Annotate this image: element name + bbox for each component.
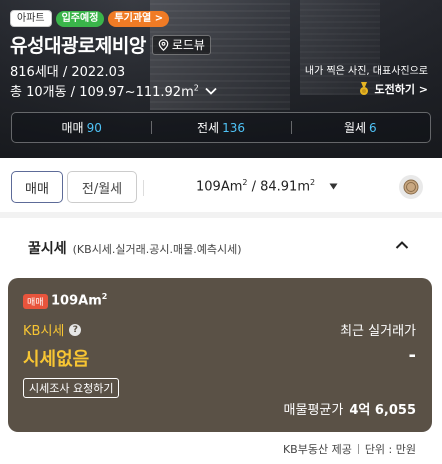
complex-hero: 아파트 입주예정 투기과열 > 유성대광로제비앙 로드뷰 816세대 / 202…: [0, 0, 442, 158]
deal-sale[interactable]: 매매 90: [12, 119, 151, 136]
section-subtitle: (KB시세.실거래.공시.매물.예측시세): [72, 243, 242, 256]
property-type-badge: 아파트: [10, 10, 52, 27]
medal-icon: [360, 82, 369, 95]
section-title: 꿀시세: [28, 241, 67, 257]
buildings-area-text: 총 10개동 / 109.97~111.92m2: [10, 83, 199, 100]
chevron-up-icon[interactable]: [395, 240, 409, 250]
footer-divider: [357, 444, 359, 454]
avg-label: 매물평균가: [283, 403, 344, 418]
recent-deal-value: -: [408, 345, 416, 366]
complex-title: 유성대광로제비앙: [10, 35, 146, 57]
unit-label: 단위 : 만원: [364, 443, 416, 456]
kb-price-value: 시세없음: [23, 349, 90, 370]
price-card: 매매 109Am2 KB시세 ? 최근 실거래가 시세없음 - 시세조사 요청하…: [8, 278, 432, 432]
coin-button[interactable]: [399, 175, 423, 199]
overheat-badge[interactable]: 투기과열 >: [108, 10, 170, 27]
section-gap: [0, 212, 442, 218]
tab-rent[interactable]: 전/월세: [67, 171, 137, 203]
help-icon[interactable]: ?: [69, 323, 82, 336]
photo-note: 내가 찍은 사진, 대표사진으로: [304, 66, 428, 77]
move-in-badge: 입주예정: [55, 10, 105, 27]
recent-deal-label: 최근 실거래가: [340, 324, 416, 339]
roadview-button[interactable]: 로드뷰: [151, 34, 211, 55]
badge-row: 아파트 입주예정 투기과열 >: [10, 10, 170, 27]
price-section-header: 꿀시세 (KB시세.실거래.공시.매물.예측시세): [28, 238, 242, 258]
divider: [143, 180, 144, 196]
coin-icon: [403, 179, 419, 195]
source-label: KB부동산 제공: [282, 443, 352, 456]
location-pin-icon: [158, 38, 169, 51]
card-area: 109Am2: [51, 292, 108, 309]
deal-count-bar: 매매 90 전세 136 월세 6: [11, 112, 431, 143]
chevron-down-icon: [205, 87, 217, 95]
filter-row: 매매 전/월세 109Am2 / 84.91m2: [0, 166, 442, 206]
photo-challenge-button[interactable]: 도전하기 >: [358, 81, 428, 97]
deal-jeonse-count: 136: [222, 121, 245, 135]
units-year: 816세대 / 2022.03: [10, 65, 126, 80]
listing-average: 매물평균가 4억 6,055: [284, 399, 416, 418]
area-select[interactable]: 109Am2 / 84.91m2: [196, 178, 338, 194]
deal-monthly[interactable]: 월세 6: [290, 119, 430, 136]
area-select-value: 109Am2 / 84.91m2: [196, 178, 316, 195]
kb-price-label: KB시세 ?: [23, 320, 82, 339]
deal-jeonse[interactable]: 전세 136: [151, 119, 290, 136]
avg-value: 4억 6,055: [349, 403, 416, 418]
roadview-label: 로드뷰: [171, 38, 205, 52]
tab-sale[interactable]: 매매: [11, 171, 63, 203]
deal-sale-count: 90: [86, 121, 102, 135]
buildings-area-toggle[interactable]: 총 10개동 / 109.97~111.92m2: [10, 81, 217, 100]
challenge-label: 도전하기 >: [374, 83, 428, 96]
sale-badge: 매매: [23, 294, 48, 309]
deal-monthly-count: 6: [369, 121, 377, 135]
dropdown-triangle-icon: [329, 183, 338, 190]
source-note: KB부동산 제공 단위 : 만원: [283, 441, 416, 457]
request-price-button[interactable]: 시세조사 요청하기: [23, 378, 120, 398]
